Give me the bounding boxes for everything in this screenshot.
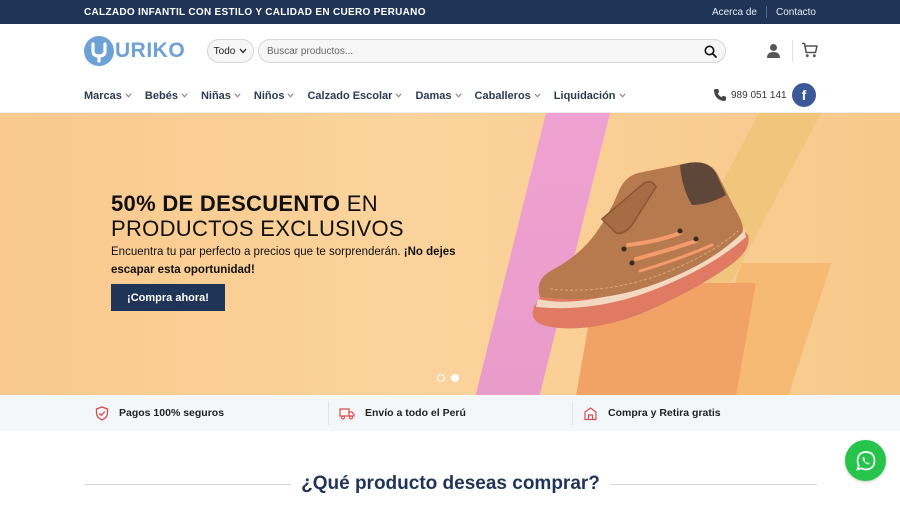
divider bbox=[765, 6, 767, 18]
feature-label: Pagos 100% seguros bbox=[119, 407, 225, 419]
feature-label: Envío a todo el Perú bbox=[365, 407, 466, 419]
nav-item-label: Marcas bbox=[84, 89, 122, 102]
nav-item-label: Bebés bbox=[144, 89, 178, 102]
nav-item-liquidacion[interactable]: Liquidación bbox=[554, 90, 626, 102]
logo-mark bbox=[84, 36, 114, 66]
main-nav: Marcas Bebés Niñas Niños Calzado Escolar… bbox=[0, 78, 900, 113]
nav-item-calzado-escolar[interactable]: Calzado Escolar bbox=[307, 89, 403, 102]
logo[interactable]: URIKO bbox=[84, 36, 185, 66]
chevron-down-icon bbox=[618, 93, 626, 98]
whatsapp-icon bbox=[855, 450, 875, 471]
nav-item-label: Caballeros bbox=[474, 89, 531, 102]
logo-text: URIKO bbox=[115, 39, 186, 62]
nav-item-damas[interactable]: Damas bbox=[415, 89, 462, 102]
hero-subtitle-text: Encuentra tu par perfecto a precios que … bbox=[111, 246, 404, 258]
truck-icon bbox=[339, 407, 355, 419]
feature-secure-payments: Pagos 100% seguros bbox=[95, 395, 224, 431]
hero-title-bold: 50% DE DESCUENTO bbox=[111, 191, 341, 216]
section-heading: ¿Qué producto deseas comprar? bbox=[84, 470, 818, 498]
chevron-down-icon bbox=[287, 93, 295, 98]
divider bbox=[572, 401, 573, 425]
nav-item-label: Niñas bbox=[200, 89, 231, 102]
nav-item-label: Niños bbox=[253, 89, 285, 102]
slider-dots bbox=[437, 374, 459, 382]
whatsapp-button[interactable] bbox=[845, 440, 886, 481]
feature-shipping: Envío a todo el Perú bbox=[339, 395, 466, 431]
nav-item-marcas[interactable]: Marcas bbox=[84, 90, 132, 102]
buy-now-button[interactable]: ¡Compra ahora! bbox=[111, 284, 225, 311]
chevron-down-icon bbox=[239, 48, 247, 54]
nav-item-label: Liquidación bbox=[553, 89, 616, 102]
nav-item-ninas[interactable]: Niñas bbox=[201, 90, 241, 102]
top-links: Acerca de Contacto bbox=[712, 6, 816, 18]
features-bar: Pagos 100% seguros Envío a todo el Perú … bbox=[0, 395, 900, 431]
nav-item-label: Damas bbox=[415, 89, 452, 102]
shield-check-icon bbox=[95, 405, 109, 421]
chevron-down-icon bbox=[395, 93, 403, 98]
divider bbox=[792, 40, 793, 62]
promo-text: CALZADO INFANTIL CON ESTILO Y CALIDAD EN… bbox=[84, 6, 426, 18]
section-title: ¿Qué producto deseas comprar? bbox=[301, 473, 600, 494]
hero-title: 50% DE DESCUENTO EN PRODUCTOS EXCLUSIVOS bbox=[111, 191, 404, 241]
category-select-value: Todo bbox=[213, 45, 236, 57]
search-input[interactable] bbox=[267, 45, 704, 57]
divider bbox=[609, 483, 818, 485]
about-link[interactable]: Acerca de bbox=[712, 7, 757, 18]
phone-icon bbox=[714, 89, 726, 101]
search-icon[interactable] bbox=[704, 45, 717, 58]
slider-dot-active[interactable] bbox=[451, 374, 459, 382]
top-announcement-bar: CALZADO INFANTIL CON ESTILO Y CALIDAD EN… bbox=[0, 0, 900, 24]
search-field bbox=[258, 39, 726, 63]
nav-item-bebes[interactable]: Bebés bbox=[145, 90, 188, 102]
hero-title-line2: PRODUCTOS EXCLUSIVOS bbox=[111, 216, 404, 241]
facebook-icon[interactable]: f bbox=[792, 83, 816, 107]
feature-pickup: Compra y Retira gratis bbox=[583, 395, 721, 431]
nav-item-caballeros[interactable]: Caballeros bbox=[475, 90, 541, 102]
shoe-image bbox=[532, 162, 749, 329]
chevron-down-icon bbox=[125, 93, 132, 98]
user-icon[interactable] bbox=[766, 43, 781, 59]
cart-icon[interactable] bbox=[801, 42, 818, 58]
site-header: URIKO Todo bbox=[0, 24, 900, 78]
chevron-down-icon bbox=[454, 93, 462, 98]
nav-item-ninos[interactable]: Niños bbox=[254, 90, 295, 102]
chevron-down-icon bbox=[534, 93, 541, 98]
contact-link[interactable]: Contacto bbox=[776, 7, 816, 18]
category-select[interactable]: Todo bbox=[207, 39, 254, 63]
facebook-glyph: f bbox=[801, 87, 807, 103]
slider-dot[interactable] bbox=[437, 374, 445, 382]
hero-banner: 50% DE DESCUENTO EN PRODUCTOS EXCLUSIVOS… bbox=[0, 113, 900, 395]
store-icon bbox=[584, 406, 597, 420]
phone-contact[interactable]: 989 051 141 bbox=[713, 88, 787, 102]
divider bbox=[84, 483, 292, 485]
search-bar: Todo bbox=[207, 39, 726, 63]
chevron-down-icon bbox=[234, 93, 241, 98]
divider bbox=[328, 401, 329, 425]
hero-title-rest: EN bbox=[340, 191, 378, 216]
nav-menu: Marcas Bebés Niñas Niños Calzado Escolar… bbox=[84, 78, 639, 113]
chevron-down-icon bbox=[181, 93, 188, 98]
feature-label: Compra y Retira gratis bbox=[608, 407, 721, 419]
phone-number: 989 051 141 bbox=[731, 89, 787, 101]
hero-subtitle: Encuentra tu par perfecto a precios que … bbox=[111, 243, 461, 279]
nav-item-label: Calzado Escolar bbox=[307, 89, 393, 102]
